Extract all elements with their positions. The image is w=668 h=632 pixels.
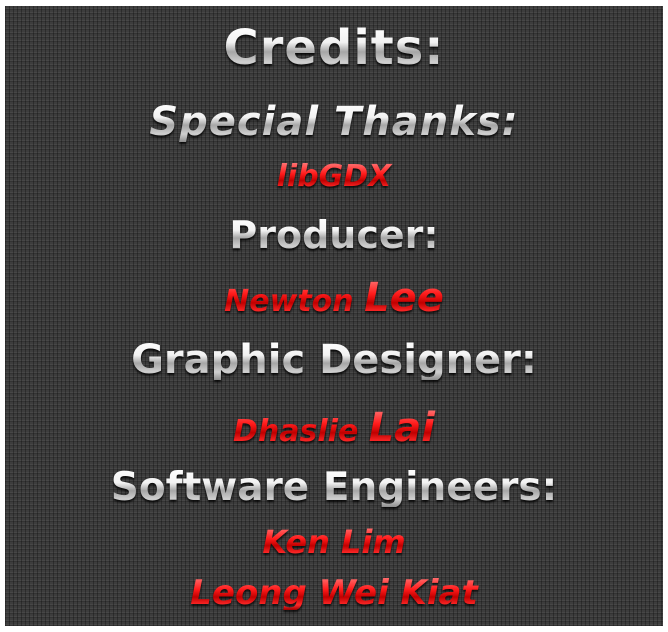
producer-name: Newton Lee bbox=[5, 278, 663, 318]
special-thanks-heading: Special Thanks: bbox=[5, 102, 663, 142]
credits-screen: Credits: Special Thanks: libGDX Producer… bbox=[5, 6, 663, 626]
software-engineers-heading: Software Engineers: bbox=[5, 468, 663, 507]
graphic-designer-last-name: Lai bbox=[368, 405, 435, 451]
software-engineer-name: Leong Wei Kiat bbox=[5, 576, 663, 610]
producer-last-name: Lee bbox=[364, 275, 444, 321]
credits-title: Credits: bbox=[5, 24, 663, 72]
producer-first-name: Newton bbox=[224, 284, 354, 319]
software-engineer-name: Ken Lim bbox=[5, 526, 663, 558]
graphic-designer-name: Dhaslie Lai bbox=[5, 408, 663, 448]
graphic-designer-first-name: Dhaslie bbox=[233, 414, 359, 449]
graphic-designer-heading: Graphic Designer: bbox=[5, 340, 663, 380]
producer-heading: Producer: bbox=[5, 216, 663, 254]
special-thanks-name: libGDX bbox=[5, 162, 663, 192]
